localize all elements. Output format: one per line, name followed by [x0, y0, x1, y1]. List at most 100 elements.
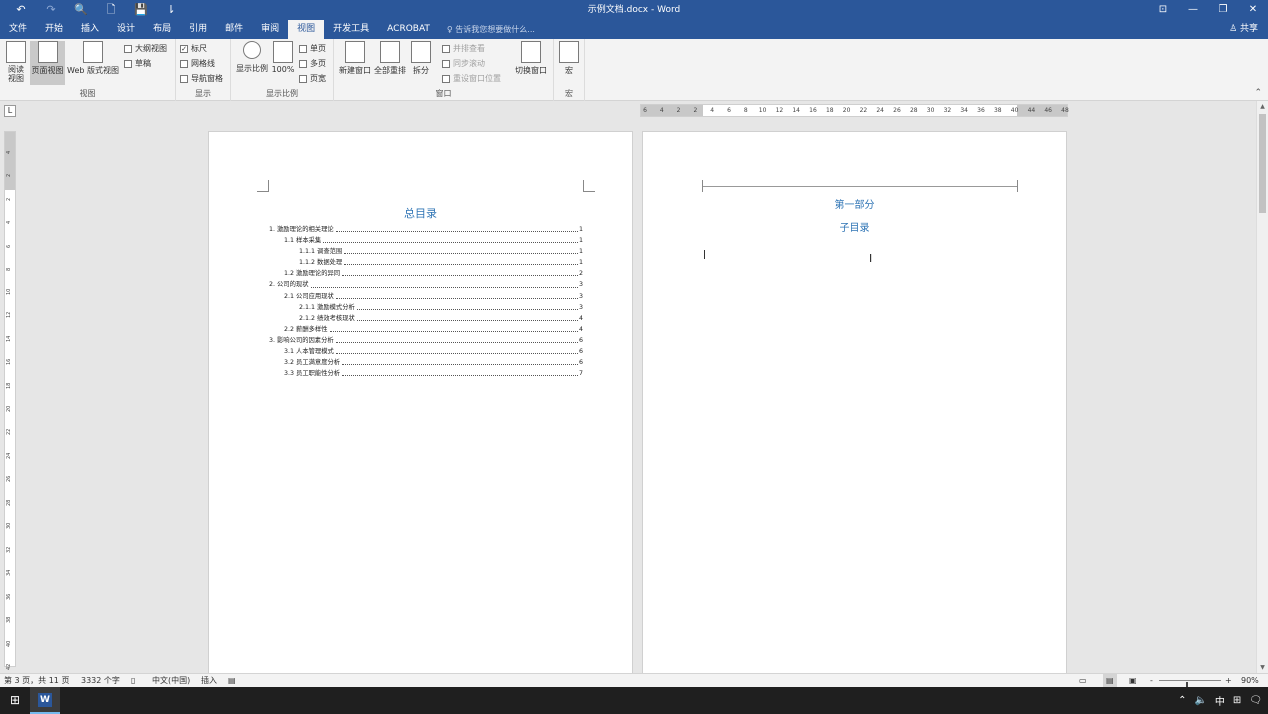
toc-entry[interactable]: 3.2 员工满意度分析 6	[269, 357, 583, 369]
nav-pane-checkbox[interactable]: 导航窗格	[180, 73, 223, 84]
tab-acrobat[interactable]: ACROBAT	[378, 20, 439, 39]
page-1[interactable]: 总目录 1. 激励理论的相关理论 1 1.1 样本采集 1 1.1.1 调查范围 1 1.1…	[208, 131, 633, 673]
word-taskbar-button[interactable]: W	[30, 687, 60, 714]
tab-mailings[interactable]: 邮件	[216, 20, 252, 39]
scroll-up-icon[interactable]: ▲	[1257, 103, 1268, 110]
toc-entry[interactable]: 1.1.2 数据处理 1	[269, 257, 583, 269]
tab-references[interactable]: 引用	[180, 20, 216, 39]
vertical-scrollbar[interactable]: ▲ ▼	[1256, 101, 1268, 673]
new-window-button[interactable]: 新建窗口	[338, 41, 372, 76]
read-mode-button[interactable]: 阅读 视图	[4, 41, 28, 83]
word-count[interactable]: 3332 个字	[81, 674, 120, 687]
gridlines-checkbox[interactable]: 网格线	[180, 58, 215, 69]
read-mode-view-icon[interactable]: ▭	[1079, 674, 1087, 687]
outline-button[interactable]: 大纲视图	[124, 43, 167, 54]
sync-scroll-button[interactable]: 同步滚动	[442, 58, 485, 69]
tell-me-search[interactable]: ♀ 告诉我您想要做什么...	[447, 20, 535, 39]
toc-entry-page: 6	[578, 348, 583, 356]
toc-entry[interactable]: 1.2 激励理论的异同 2	[269, 268, 583, 280]
margin-corner-tr	[1017, 180, 1029, 192]
print-layout-view-icon[interactable]: ▤	[1103, 674, 1117, 687]
collapse-ribbon-icon[interactable]: ⌃	[1254, 88, 1262, 98]
tab-home[interactable]: 开始	[36, 20, 72, 39]
ribbon-display-options-icon[interactable]: ⊡	[1148, 0, 1178, 20]
switch-windows-button[interactable]: 切换窗口	[512, 41, 550, 76]
tab-layout[interactable]: 布局	[144, 20, 180, 39]
zoom-slider[interactable]	[1159, 680, 1221, 691]
multi-page-button[interactable]: 多页	[299, 58, 326, 69]
ruler-checkbox[interactable]: ✓ 标尺	[180, 43, 207, 54]
start-button[interactable]: ⊞	[0, 687, 30, 714]
scroll-thumb[interactable]	[1259, 114, 1266, 213]
input-method-icon[interactable]: 中	[1215, 693, 1225, 708]
side-by-side-button[interactable]: 并排查看	[442, 43, 485, 54]
vertical-ruler[interactable]: 4 2 2 4 6 8 10 12 14 16 18 20 22 24 26 28 30 32 34 36 38 40 42	[4, 131, 16, 670]
toc-entry[interactable]: 2.2 薪酬多样性 4	[269, 323, 583, 335]
toc-entry[interactable]: 2.1 公司应用现状 3	[269, 290, 583, 302]
draft-button[interactable]: 草稿	[124, 58, 151, 69]
tab-review[interactable]: 审阅	[252, 20, 288, 39]
reset-position-label: 重设窗口位置	[453, 74, 501, 83]
customize-qat-icon[interactable]: ⇂	[156, 0, 186, 20]
zoom-100-button[interactable]: 100%	[271, 41, 295, 74]
toc-entry[interactable]: 2.1.2 绩效考核现状 4	[269, 312, 583, 324]
arrange-all-button[interactable]: 全部重排	[373, 41, 407, 76]
zoom-out-button[interactable]: -	[1150, 674, 1153, 687]
split-label: 拆分	[413, 66, 429, 75]
page-count[interactable]: 第 3 页，共 11 页	[4, 674, 69, 687]
page-2[interactable]: 第一部分 子目录 I	[642, 131, 1067, 673]
ruler-tick-label: 16	[809, 107, 817, 114]
zoom-level[interactable]: 90%	[1241, 674, 1259, 687]
tray-overflow-icon[interactable]: ⌃	[1178, 695, 1186, 706]
restore-button[interactable]: ❐	[1208, 0, 1238, 20]
tab-design[interactable]: 设计	[108, 20, 144, 39]
tab-file[interactable]: 文件	[0, 20, 36, 39]
toc-entry[interactable]: 1.1.1 调查范围 1	[269, 246, 583, 258]
tab-developer[interactable]: 开发工具	[324, 20, 378, 39]
save-icon[interactable]: 💾	[126, 0, 156, 20]
share-button[interactable]: ♙ 共享	[1229, 20, 1258, 39]
redo-icon[interactable]: ↷	[36, 0, 66, 20]
action-center-icon[interactable]: 🗨	[1249, 695, 1262, 706]
horizontal-ruler[interactable]: 6 4 2 2 4 6 8 10 12 14 16 18 20 22 24 26 28 30 32 34 36 38 40 4…	[640, 104, 1069, 117]
toc-entry[interactable]: 3.3 员工职能性分析 7	[269, 368, 583, 380]
language[interactable]: 中文(中国)	[152, 674, 190, 687]
print-layout-button[interactable]: 页面视图	[30, 41, 65, 85]
close-button[interactable]: ✕	[1238, 0, 1268, 20]
reset-position-button[interactable]: 重设窗口位置	[442, 73, 501, 84]
toc-entry[interactable]: 1. 激励理论的相关理论 1	[269, 224, 583, 236]
toc-entry-text: 2.2 薪酬多样性	[284, 323, 329, 335]
volume-icon[interactable]: 🔈	[1194, 695, 1206, 706]
web-layout-button[interactable]: Web 版式视图	[66, 41, 120, 76]
toc-entry[interactable]: 3.1 人本管理模式 6	[269, 346, 583, 358]
split-button[interactable]: 拆分	[409, 41, 433, 76]
macro-record-icon[interactable]: ▤	[228, 674, 236, 687]
tab-selector[interactable]: L	[4, 105, 16, 117]
scroll-down-icon[interactable]: ▼	[1257, 664, 1268, 671]
toc-entry-text: 2.1.2 绩效考核现状	[299, 312, 356, 324]
print-layout-label: 页面视图	[31, 66, 64, 75]
tab-insert[interactable]: 插入	[72, 20, 108, 39]
toc-entry-text: 3.1 人本管理模式	[284, 346, 335, 358]
toc-entry-text: 1.2 激励理论的异同	[284, 268, 342, 280]
toc-entry[interactable]: 1.1 样本采集 1	[269, 235, 583, 247]
toc-entry[interactable]: 2.1.1 激励模式分析 3	[269, 301, 583, 313]
tab-view[interactable]: 视图	[288, 20, 325, 39]
page-width-button[interactable]: 页宽	[299, 73, 326, 84]
one-page-button[interactable]: 单页	[299, 43, 326, 54]
undo-icon[interactable]: ↶	[6, 0, 36, 20]
toc-entry[interactable]: 2. 公司的现状 3	[269, 279, 583, 291]
ime-mode-icon[interactable]: ⊞	[1233, 695, 1241, 706]
macros-button[interactable]: 宏	[557, 41, 581, 76]
text-cursor	[704, 250, 705, 259]
print-preview-icon[interactable]: 🔍	[66, 0, 96, 20]
zoom-in-button[interactable]: +	[1225, 674, 1232, 687]
minimize-button[interactable]: —	[1178, 0, 1208, 20]
toc-entry[interactable]: 3. 影响公司的因素分析 6	[269, 334, 583, 347]
new-document-icon[interactable]: 🗋	[96, 0, 126, 20]
document-area[interactable]: 总目录 1. 激励理论的相关理论 1 1.1 样本采集 1 1.1.1 调查范围 1 1.1…	[18, 121, 1256, 673]
proofing-icon[interactable]: ▯	[131, 674, 135, 687]
zoom-button[interactable]: 显示比例	[234, 41, 270, 74]
web-layout-view-icon[interactable]: ▣	[1129, 674, 1137, 687]
insert-mode[interactable]: 插入	[201, 674, 217, 687]
